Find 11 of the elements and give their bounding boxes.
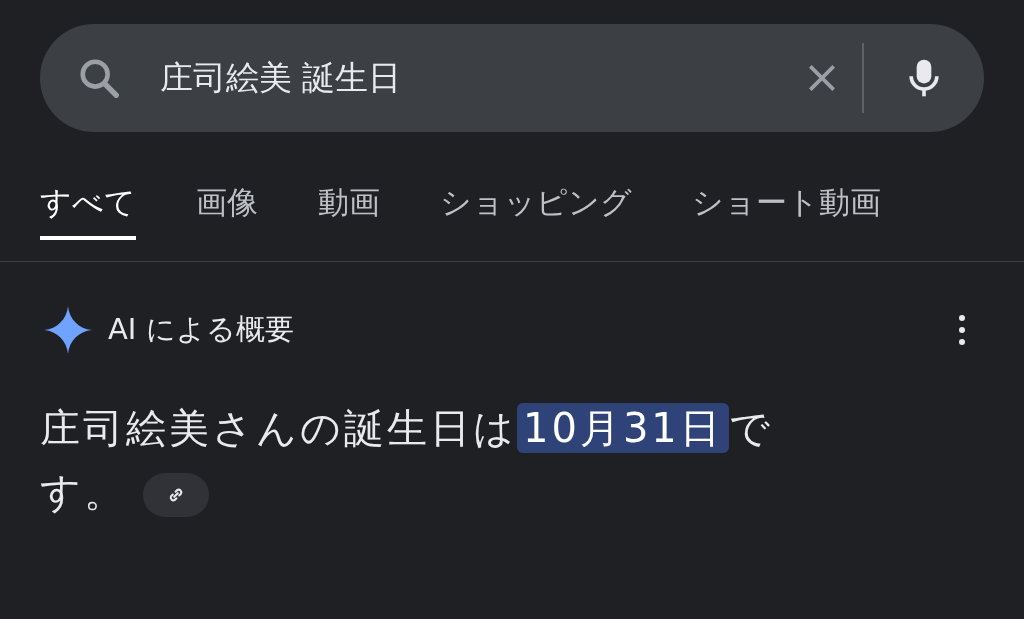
search-field[interactable]: 庄司絵美 誕生日 bbox=[40, 24, 984, 132]
answer-text: 庄司絵美さんの誕生日は 10月31日 です。 bbox=[40, 402, 774, 519]
search-query: 庄司絵美 誕生日 bbox=[160, 56, 403, 99]
tab[interactable]: 動画 bbox=[318, 170, 380, 240]
tab[interactable]: すべて bbox=[40, 170, 136, 240]
tab[interactable]: ショッピング bbox=[440, 170, 632, 240]
tab[interactable]: ショート動画 bbox=[692, 170, 881, 240]
ai-overview-title: AI による概要 bbox=[108, 311, 295, 348]
more-options-icon[interactable] bbox=[957, 314, 967, 346]
link-button[interactable] bbox=[143, 473, 209, 517]
tab[interactable]: 画像 bbox=[196, 170, 258, 240]
